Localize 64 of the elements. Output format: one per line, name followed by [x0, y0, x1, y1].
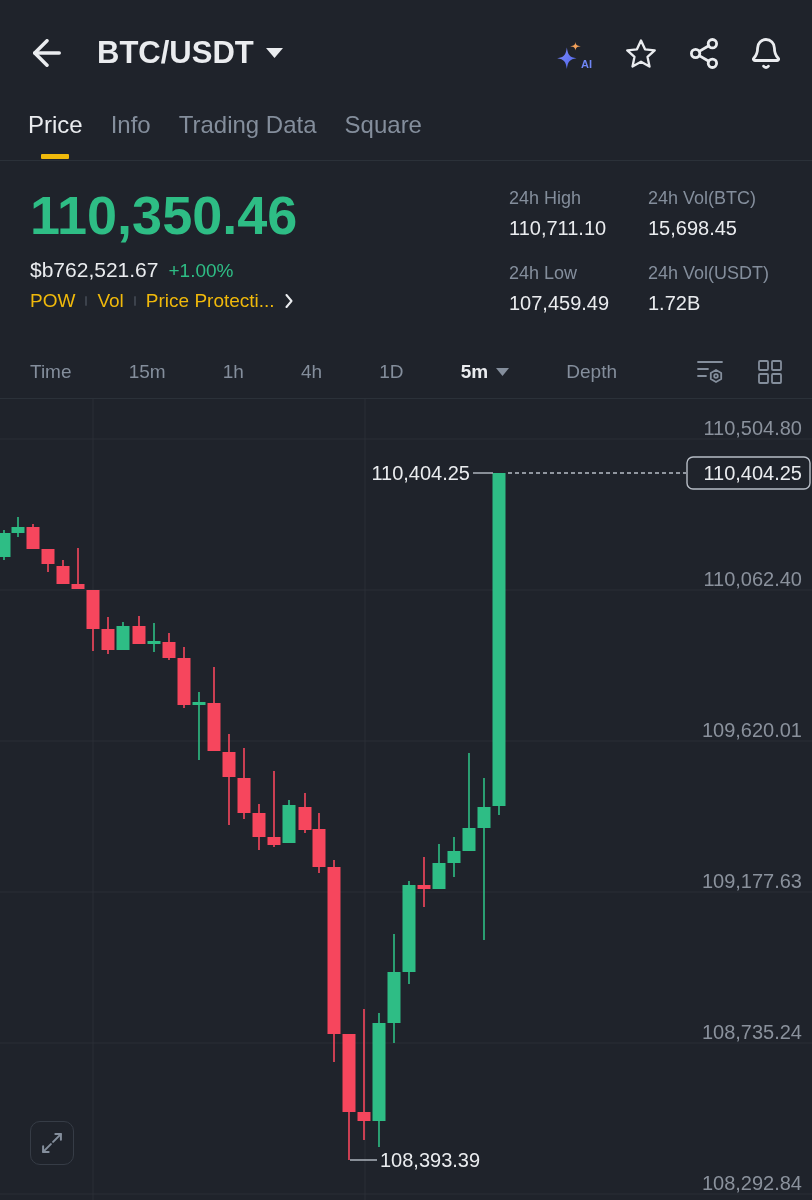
axis-label: 108,292.84	[701, 1172, 802, 1194]
interval-option[interactable]: 5m	[460, 359, 510, 384]
leader-line	[472, 472, 494, 474]
tag-link[interactable]: Price Protecti...	[145, 288, 275, 314]
star-icon	[626, 38, 656, 68]
notification-button[interactable]	[752, 37, 780, 69]
falling-candle	[132, 615, 146, 645]
stat-value: 107,459.49	[509, 291, 610, 315]
expand-button[interactable]	[30, 1121, 74, 1165]
last-price: 110,350.46	[30, 185, 298, 245]
bell-icon	[752, 37, 780, 69]
interval-option[interactable]: 1h	[222, 359, 244, 384]
interval-option[interactable]: Time	[30, 359, 72, 384]
axis-label: 110,062.40	[703, 568, 802, 590]
share-button[interactable]	[690, 37, 718, 69]
rising-candle	[116, 621, 130, 651]
tag-link[interactable]: Vol	[97, 288, 124, 314]
back-button[interactable]	[32, 38, 62, 68]
tab[interactable]: Square	[344, 106, 422, 160]
rising-candle	[432, 843, 446, 890]
falling-candle	[417, 856, 431, 908]
expand-icon	[42, 1133, 62, 1153]
ai-button[interactable]: AI	[557, 36, 592, 70]
stat-label: 24h Vol(USDT)	[648, 262, 770, 285]
stat-value: 15,698.45	[648, 216, 737, 240]
stat-value: 1.72B	[648, 291, 701, 315]
grid-icon	[758, 359, 782, 384]
rising-candle	[147, 622, 161, 653]
leader-line	[349, 1159, 378, 1161]
settings-icon	[697, 360, 723, 383]
low-price-label: 108,393.39	[380, 1149, 481, 1171]
axis-label: 109,177.63	[701, 870, 802, 892]
axis-label: 109,620.01	[701, 719, 802, 741]
chart-settings-button[interactable]	[697, 360, 723, 383]
favorite-button[interactable]	[626, 37, 656, 69]
pair-selector[interactable]: BTC/USDT	[97, 35, 283, 71]
stat-label: 24h High	[509, 187, 582, 210]
tab[interactable]: Price	[28, 106, 83, 160]
stat-value: 110,711.10	[509, 216, 607, 240]
price-change: +1.00%	[168, 259, 234, 283]
axis-label: 110,504.80	[703, 417, 802, 439]
caret-icon	[265, 48, 283, 58]
tag-link[interactable]: POW	[30, 288, 76, 314]
interval-option[interactable]: 1D	[379, 359, 404, 384]
high-price-label: 110,404.25	[371, 462, 470, 484]
layout-button[interactable]	[758, 359, 782, 384]
tab[interactable]: Trading Data	[178, 106, 317, 160]
axis-label: 108,735.24	[701, 1021, 802, 1043]
share-icon	[690, 37, 718, 69]
falling-candle	[26, 523, 40, 550]
rising-candle	[282, 799, 296, 844]
caret-icon	[496, 367, 510, 376]
price-tag: 110,404.25	[686, 456, 811, 490]
interval-option[interactable]: Depth	[566, 359, 617, 384]
chevron-right-icon	[284, 294, 293, 308]
fiat-price: $b762,521.67	[30, 257, 159, 283]
sparkle-icon	[557, 42, 581, 70]
falling-candle	[41, 548, 55, 573]
tab[interactable]: Info	[110, 106, 151, 160]
stat-label: 24h Vol(BTC)	[648, 187, 757, 210]
interval-option[interactable]: 4h	[301, 359, 323, 384]
interval-option[interactable]: 15m	[128, 359, 166, 384]
rising-candle	[192, 691, 206, 761]
stat-label: 24h Low	[509, 262, 578, 285]
